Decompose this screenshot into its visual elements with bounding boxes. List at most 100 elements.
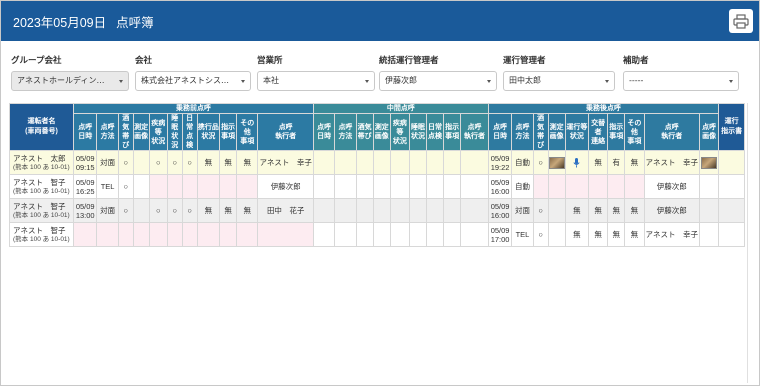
table-row[interactable]: アネスト 智子 (熊本 100 あ 10-01) 05/09 13:00 対面 ○… xyxy=(9,198,745,223)
mid-cell xyxy=(425,222,445,247)
mid-col: 測定 画像 xyxy=(372,113,391,151)
post-col: 測定 画像 xyxy=(547,113,566,151)
pre-check xyxy=(181,222,198,247)
vehicle-number: (熊本 100 あ 10-01) xyxy=(13,235,70,243)
pre-sleep xyxy=(166,174,183,199)
mid-cell xyxy=(389,150,410,175)
measurement-photo-thumbnail[interactable] xyxy=(549,156,565,169)
pre-items: 無 xyxy=(196,198,221,223)
driver-cell[interactable]: アネスト 智子 (熊本 100 あ 10-01) xyxy=(9,174,74,199)
mid-cell xyxy=(312,198,336,223)
driver-cell[interactable]: アネスト 太郎 (熊本 100 あ 10-01) xyxy=(9,150,74,175)
caret-down-icon xyxy=(365,80,369,83)
pre-datetime: 05/09 09:15 xyxy=(72,150,98,175)
mid-cell xyxy=(443,174,462,199)
pre-method xyxy=(96,222,119,247)
driver-cell[interactable]: アネスト 智子 (熊本 100 あ 10-01) xyxy=(9,198,74,223)
vehicle-number: (熊本 100 あ 10-01) xyxy=(13,187,70,195)
assistant-select[interactable]: ----- xyxy=(623,71,739,91)
pre-col: 点呼 執行者 xyxy=(257,113,314,151)
pre-col: 点呼 日時 xyxy=(72,113,98,151)
post-col: 点呼 執行者 xyxy=(643,113,700,151)
post-instruction: 無 xyxy=(607,198,626,223)
instruction-doc-cell xyxy=(718,174,745,199)
mid-cell xyxy=(334,198,357,223)
post-other: 無 xyxy=(624,150,645,175)
mid-cell xyxy=(355,174,374,199)
pre-sleep: ○ xyxy=(166,150,183,175)
vertical-scrollbar[interactable] xyxy=(747,103,753,383)
mid-col: 点呼 日時 xyxy=(312,113,336,151)
table-row[interactable]: アネスト 太郎 (熊本 100 あ 10-01) 05/09 09:15 対面 ○… xyxy=(9,150,745,175)
microphone-icon[interactable] xyxy=(573,157,580,168)
mid-col: 疾病等 状況 xyxy=(389,113,410,151)
post-status: 無 xyxy=(564,198,590,223)
mid-cell xyxy=(460,150,489,175)
pre-col: 日常 点検 xyxy=(181,113,198,151)
post-status[interactable] xyxy=(564,150,590,175)
filter-company: 会社 株式会社アネストシス… xyxy=(135,55,251,91)
mid-cell xyxy=(372,198,391,223)
group-mid-duty: 中間点呼 xyxy=(312,103,489,114)
pre-col: 携行品 状況 xyxy=(196,113,221,151)
filter-label: 統括運行管理者 xyxy=(379,56,439,66)
filter-manager: 運行管理者 田中太郎 xyxy=(503,55,615,91)
post-col: 点呼 方法 xyxy=(511,113,534,151)
mid-cell xyxy=(389,198,410,223)
post-col: 指示 事項 xyxy=(607,113,626,151)
group-pre-duty: 乗務前点呼 xyxy=(72,103,314,114)
pre-illness: ○ xyxy=(148,198,168,223)
post-status xyxy=(564,174,590,199)
mid-cell xyxy=(372,222,391,247)
caret-down-icon xyxy=(487,80,491,83)
driver-name: アネスト 智子 xyxy=(13,201,66,211)
office-select[interactable]: 本社 xyxy=(257,71,375,91)
post-image[interactable] xyxy=(547,150,566,175)
manager-select[interactable]: 田中太郎 xyxy=(503,71,615,91)
caret-down-icon xyxy=(119,80,123,83)
post-image xyxy=(547,174,566,199)
header-bar: 2023年05月09日 点呼簿 xyxy=(1,1,759,41)
pre-image xyxy=(132,174,150,199)
table-row[interactable]: アネスト 智子 (熊本 100 あ 10-01) 05/09 17:00 TEL … xyxy=(9,222,745,247)
roll-call-photo-thumbnail[interactable] xyxy=(701,156,718,169)
mid-cell xyxy=(443,222,462,247)
select-value: ----- xyxy=(629,76,644,85)
date-label: 2023年05月09日 xyxy=(13,16,107,30)
company-select[interactable]: 株式会社アネストシス… xyxy=(135,71,251,91)
select-value: 田中太郎 xyxy=(509,76,541,85)
pre-items: 無 xyxy=(196,150,221,175)
pre-method: TEL xyxy=(96,174,119,199)
pre-instruction xyxy=(219,222,238,247)
post-other: 無 xyxy=(624,198,645,223)
table-row[interactable]: アネスト 智子 (熊本 100 あ 10-01) 05/09 16:25 TEL … xyxy=(9,174,745,199)
mid-cell xyxy=(312,150,336,175)
filter-label: 運行管理者 xyxy=(503,56,546,66)
pre-other: 無 xyxy=(236,198,259,223)
print-button[interactable] xyxy=(729,9,753,33)
post-status: 無 xyxy=(564,222,590,247)
post-executor: 伊藤次郎 xyxy=(643,174,700,199)
mid-col: 指示 事項 xyxy=(443,113,462,151)
pre-col: 指示 事項 xyxy=(219,113,238,151)
mid-cell xyxy=(334,174,357,199)
pre-sleep xyxy=(166,222,183,247)
post-alcohol: ○ xyxy=(532,198,549,223)
select-value: 株式会社アネストシス… xyxy=(141,76,229,85)
page-title: 2023年05月09日 点呼簿 xyxy=(13,12,154,31)
chief-manager-select[interactable]: 伊藤次郎 xyxy=(379,71,497,91)
instruction-doc-cell xyxy=(718,198,745,223)
mid-cell xyxy=(408,198,427,223)
filter-label: 営業所 xyxy=(257,56,283,66)
pre-instruction xyxy=(219,174,238,199)
pre-alcohol: ○ xyxy=(117,174,134,199)
mid-col: 点呼 執行者 xyxy=(460,113,489,151)
post-relief: 無 xyxy=(588,198,609,223)
post-datetime: 05/09 19:22 xyxy=(487,150,513,175)
group-company-select[interactable]: アネストホールディン… xyxy=(11,71,129,91)
post-photo[interactable] xyxy=(698,150,720,175)
post-instruction: 無 xyxy=(607,222,626,247)
pre-col: その他 事項 xyxy=(236,113,259,151)
driver-cell[interactable]: アネスト 智子 (熊本 100 あ 10-01) xyxy=(9,222,74,247)
pre-illness xyxy=(148,222,168,247)
